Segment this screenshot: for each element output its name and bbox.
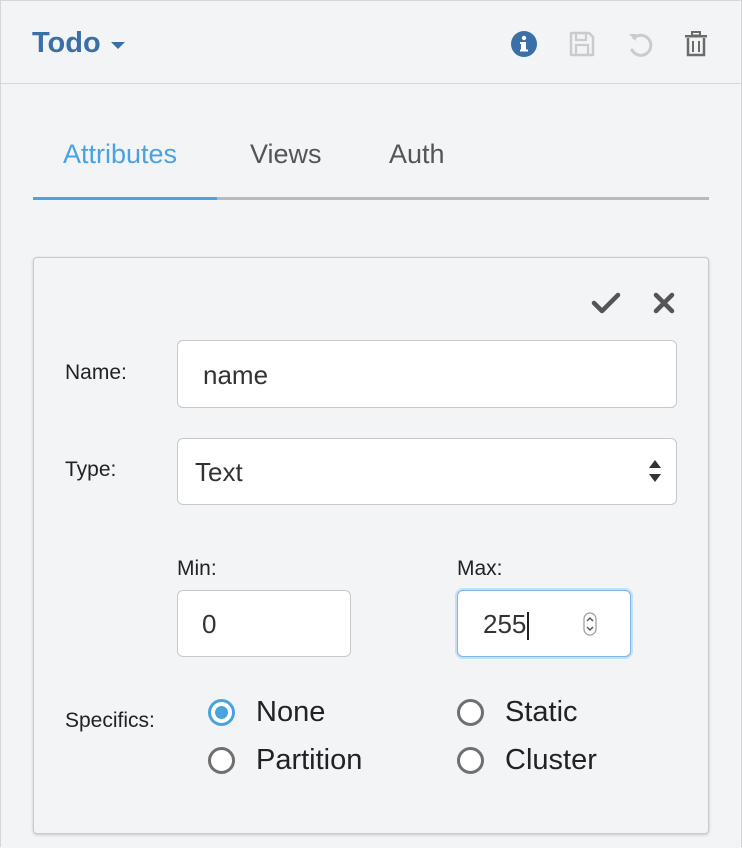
radio-cluster-label: Cluster — [505, 744, 597, 776]
save-icon[interactable] — [567, 29, 597, 59]
entity-title: Todo — [32, 27, 101, 59]
tab-auth[interactable]: Auth — [389, 139, 445, 170]
tab-views[interactable]: Views — [250, 139, 322, 170]
name-label: Name: — [65, 361, 127, 384]
radio-partition-label: Partition — [256, 744, 363, 776]
radio-unchecked-icon — [457, 747, 484, 774]
type-label: Type: — [65, 458, 117, 481]
min-input-value: 0 — [202, 609, 217, 639]
trash-icon[interactable] — [681, 29, 711, 59]
check-icon[interactable] — [589, 286, 623, 320]
tab-attributes[interactable]: Attributes — [63, 139, 177, 170]
radio-cluster[interactable]: Cluster — [457, 744, 597, 777]
radio-checked-icon — [208, 699, 235, 726]
min-label: Min: — [177, 557, 217, 580]
min-input[interactable]: 0 — [177, 590, 351, 657]
max-input[interactable]: 255 — [457, 590, 631, 657]
radio-unchecked-icon — [208, 747, 235, 774]
max-input-value: 255 — [483, 609, 529, 641]
name-input[interactable]: name — [177, 340, 677, 408]
radio-unchecked-icon — [457, 699, 484, 726]
type-select-value: Text — [195, 457, 243, 487]
tab-bar: Attributes Views Auth — [33, 125, 709, 200]
number-spinner-icon[interactable] — [583, 612, 597, 643]
active-tab-indicator — [33, 197, 217, 200]
info-circle-icon[interactable] — [509, 29, 539, 59]
attribute-editor-card: Name: name Type: Text Min: 0 Max: 255 Sp… — [33, 257, 709, 834]
name-input-value: name — [203, 360, 269, 390]
panel: Todo Attributes Views Auth Name: name Ty… — [0, 0, 742, 847]
type-select[interactable]: Text — [177, 438, 677, 505]
max-label: Max: — [457, 557, 503, 580]
panel-header: Todo — [1, 1, 741, 84]
select-arrows-icon — [648, 457, 662, 492]
radio-static-label: Static — [505, 696, 578, 728]
radio-static[interactable]: Static — [457, 696, 578, 729]
entity-dropdown[interactable]: Todo — [32, 27, 125, 60]
close-icon[interactable] — [647, 286, 681, 320]
undo-icon[interactable] — [625, 29, 655, 59]
specifics-label: Specifics: — [65, 709, 155, 732]
radio-partition[interactable]: Partition — [208, 744, 362, 777]
caret-down-icon — [110, 42, 125, 49]
radio-none[interactable]: None — [208, 696, 325, 729]
radio-none-label: None — [256, 696, 326, 728]
